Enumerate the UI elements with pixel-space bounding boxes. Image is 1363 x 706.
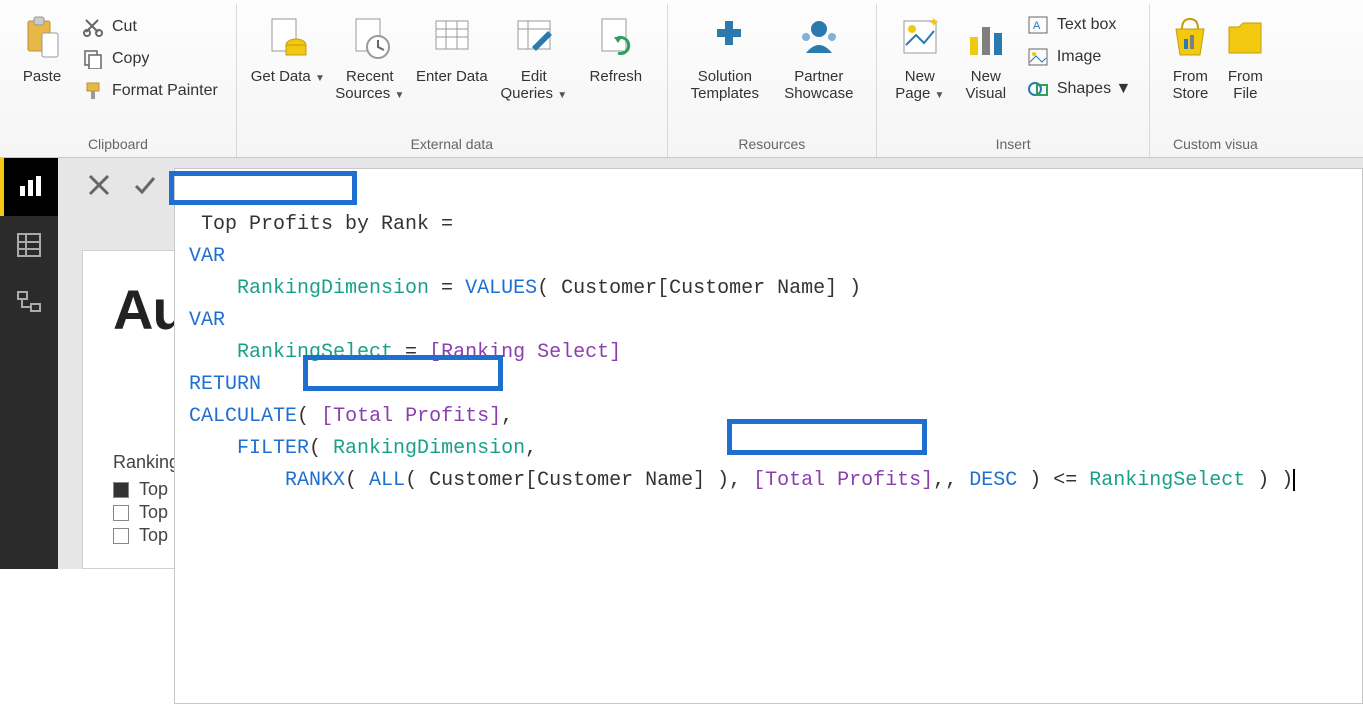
paste-icon <box>22 12 62 64</box>
new-visual-label: New Visual <box>955 68 1017 104</box>
ribbon-group-clipboard: Paste Cut Copy <box>0 4 237 157</box>
partner-showcase-icon <box>796 12 842 64</box>
text-box-button[interactable]: A Text box <box>1023 12 1136 38</box>
enter-data-icon <box>430 12 474 64</box>
nav-data-view[interactable] <box>0 216 58 274</box>
cut-button[interactable]: Cut <box>78 14 222 40</box>
solution-templates-button[interactable]: Solution Templates <box>678 8 772 104</box>
partner-showcase-label: Partner Showcase <box>774 68 864 104</box>
ribbon-group-external-data: Get Data ▼ Recent Sources ▼ Enter Data E… <box>237 4 668 157</box>
format-painter-label: Format Painter <box>112 82 218 100</box>
refresh-label: Refresh <box>590 68 643 104</box>
edit-queries-label: Edit Queries ▼ <box>495 68 573 104</box>
cut-icon <box>82 16 104 38</box>
from-file-label: From File <box>1222 68 1268 104</box>
formula-commit-button[interactable] <box>128 168 162 202</box>
highlight-box <box>727 419 927 455</box>
formula-bar: Top Profits by Rank = VAR RankingDimensi… <box>82 168 1363 704</box>
edit-queries-button[interactable]: Edit Queries ▼ <box>493 8 575 104</box>
left-nav <box>0 158 58 569</box>
image-icon <box>1027 46 1049 68</box>
new-page-button[interactable]: ✦ New Page ▼ <box>887 8 953 104</box>
new-visual-button[interactable]: New Visual <box>953 8 1019 104</box>
close-icon <box>86 172 112 198</box>
copy-label: Copy <box>112 50 149 68</box>
ribbon-group-label: External data <box>411 133 494 157</box>
svg-text:✦: ✦ <box>928 15 940 30</box>
get-data-label: Get Data ▼ <box>251 68 325 104</box>
highlight-box <box>169 171 357 205</box>
ribbon-group-resources: Solution Templates Partner Showcase Reso… <box>668 4 877 157</box>
formula-cancel-button[interactable] <box>82 168 116 202</box>
total-profits-ref-1: [Total Profits] <box>321 405 501 428</box>
ribbon-group-insert: ✦ New Page ▼ New Visual A Text box <box>877 4 1151 157</box>
cut-label: Cut <box>112 18 137 36</box>
format-painter-icon <box>82 80 104 102</box>
ribbon-group-label: Resources <box>738 133 805 157</box>
recent-sources-icon <box>348 12 392 64</box>
from-store-label: From Store <box>1162 68 1218 104</box>
new-visual-icon <box>964 12 1008 64</box>
shapes-icon <box>1027 78 1049 100</box>
ribbon-group-label: Insert <box>996 133 1031 157</box>
ribbon-group-label: Clipboard <box>88 133 148 157</box>
formula-editor[interactable]: Top Profits by Rank = VAR RankingDimensi… <box>174 168 1363 704</box>
copy-icon <box>82 48 104 70</box>
edit-queries-icon <box>512 12 556 64</box>
text-cursor <box>1293 469 1295 491</box>
text-box-label: Text box <box>1057 16 1117 34</box>
ribbon-group-custom-visuals: From Store From File Custom visua <box>1150 4 1280 157</box>
image-button[interactable]: Image <box>1023 44 1136 70</box>
copy-button[interactable]: Copy <box>78 46 222 72</box>
work-area: Aut Ranking Top 5 Top 20 Top 50 Randy Ha… <box>58 158 1363 569</box>
from-file-icon <box>1225 12 1265 64</box>
from-file-button[interactable]: From File <box>1220 8 1270 104</box>
recent-sources-button[interactable]: Recent Sources ▼ <box>329 8 411 104</box>
check-icon <box>132 172 158 198</box>
data-view-icon <box>16 232 42 258</box>
svg-text:A: A <box>1033 20 1041 32</box>
total-profits-ref-2: [Total Profits] <box>753 469 933 492</box>
recent-sources-label: Recent Sources ▼ <box>331 68 409 104</box>
get-data-icon <box>266 12 310 64</box>
enter-data-button[interactable]: Enter Data <box>411 8 493 104</box>
get-data-button[interactable]: Get Data ▼ <box>247 8 329 104</box>
paste-label: Paste <box>23 68 61 104</box>
enter-data-label: Enter Data <box>416 68 488 104</box>
new-page-icon: ✦ <box>898 12 942 64</box>
shapes-label: Shapes ▼ <box>1057 80 1132 98</box>
solution-templates-label: Solution Templates <box>680 68 770 104</box>
refresh-button[interactable]: Refresh <box>575 8 657 104</box>
report-view-icon <box>18 174 44 200</box>
shapes-button[interactable]: Shapes ▼ <box>1023 76 1136 102</box>
image-label: Image <box>1057 48 1101 66</box>
text-box-icon: A <box>1027 14 1049 36</box>
new-page-label: New Page ▼ <box>889 68 951 104</box>
format-painter-button[interactable]: Format Painter <box>78 78 222 104</box>
from-store-icon <box>1168 12 1212 64</box>
ribbon: Paste Cut Copy <box>0 0 1363 158</box>
nav-report-view[interactable] <box>0 158 58 216</box>
paste-button[interactable]: Paste <box>10 8 74 104</box>
partner-showcase-button[interactable]: Partner Showcase <box>772 8 866 104</box>
nav-model-view[interactable] <box>0 274 58 332</box>
ribbon-group-label: Custom visua <box>1173 133 1258 157</box>
solution-templates-icon <box>702 12 748 64</box>
from-store-button[interactable]: From Store <box>1160 8 1220 104</box>
refresh-icon <box>594 12 638 64</box>
model-view-icon <box>16 290 42 316</box>
measure-name: Top Profits by <box>201 213 369 236</box>
